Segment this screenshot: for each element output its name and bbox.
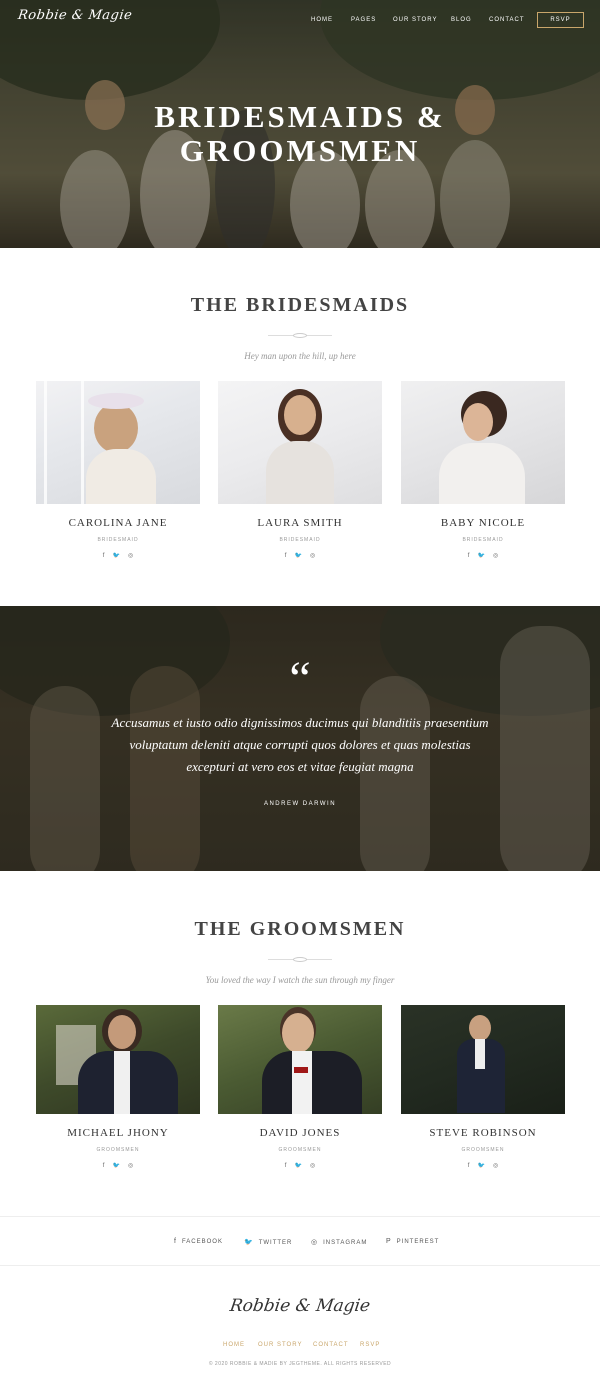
member-role: GROOMSMEN (278, 1147, 322, 1153)
bridesmaids-title: THE BRIDESMAIDS (190, 294, 410, 316)
bridesmaid-photo (218, 381, 382, 504)
footer-nav-home[interactable]: HOME (223, 1342, 245, 1348)
facebook-icon[interactable]: f (468, 553, 470, 559)
member-socials: f 🐦 ◎ (218, 1162, 382, 1169)
hero-section: Robbie & Magie HOME PAGES OUR STORY BLOG… (0, 0, 600, 248)
member-role: GROOMSMEN (461, 1147, 505, 1153)
groomsmen-subtitle: You loved the way I watch the sun throug… (205, 975, 395, 985)
member-socials: f 🐦 ◎ (36, 1162, 200, 1169)
facebook-icon[interactable]: f (285, 553, 287, 559)
twitter-icon[interactable]: 🐦 (477, 1162, 484, 1169)
member-name: MICHAEL JHONY (67, 1127, 169, 1139)
main-nav: HOME PAGES OUR STORY BLOG CONTACT (0, 17, 600, 29)
member-name: BABY NICOLE (440, 517, 526, 529)
footer-logo[interactable]: Robbie & Magie (0, 1296, 600, 1316)
member-role: GROOMSMEN (96, 1147, 140, 1153)
quote-icon: “ (289, 652, 311, 705)
instagram-icon[interactable]: ◎ (493, 552, 498, 559)
nav-our-story[interactable]: OUR STORY (393, 17, 437, 23)
twitter-icon[interactable]: 🐦 (294, 552, 301, 559)
member-name: STEVE ROBINSON (429, 1127, 537, 1139)
nav-home[interactable]: HOME (311, 17, 333, 23)
instagram-link[interactable]: ◎ INSTAGRAM (311, 1238, 367, 1246)
nav-pages[interactable]: PAGES (351, 17, 376, 23)
pinterest-label: PINTEREST (396, 1239, 440, 1245)
pinterest-icon: P (386, 1238, 392, 1245)
groomsman-photo (218, 1005, 382, 1114)
facebook-icon: f (174, 1238, 177, 1245)
member-socials: f 🐦 ◎ (218, 552, 382, 559)
facebook-icon[interactable]: f (103, 1163, 105, 1169)
bridesmaid-photo (401, 381, 565, 504)
facebook-link[interactable]: f FACEBOOK (174, 1238, 223, 1245)
testimonial-author: ANDREW DARWIN (263, 801, 337, 807)
footer-nav-contact[interactable]: CONTACT (313, 1342, 349, 1348)
member-name: DAVID JONES (259, 1127, 341, 1139)
hero-title-line2: GROOMSMEN (179, 133, 421, 168)
copyright-text: © 2020 ROBBIE & MADIE BY JEGTHEME. ALL R… (208, 1361, 392, 1367)
instagram-label: INSTAGRAM (323, 1240, 368, 1246)
bridesmaid-photo (36, 381, 200, 504)
member-socials: f 🐦 ◎ (401, 1162, 565, 1169)
member-name: LAURA SMITH (257, 517, 343, 529)
hero-title: BRIDESMAIDS & GROOMSMEN (0, 100, 600, 168)
testimonial-text: Accusamus et iusto odio dignissimos duci… (111, 715, 489, 774)
twitter-icon[interactable]: 🐦 (477, 552, 484, 559)
member-name: CAROLINA JANE (68, 517, 168, 529)
section-divider (268, 333, 332, 338)
instagram-icon: ◎ (311, 1239, 319, 1246)
twitter-icon: 🐦 (244, 1239, 254, 1246)
footer-nav: HOME OUR STORY CONTACT RSVP (0, 1342, 600, 1352)
footer-nav-rsvp[interactable]: RSVP (360, 1342, 380, 1348)
footer-nav-our-story[interactable]: OUR STORY (258, 1342, 302, 1348)
facebook-label: FACEBOOK (181, 1239, 223, 1245)
twitter-icon[interactable]: 🐦 (112, 1162, 119, 1169)
facebook-icon[interactable]: f (103, 553, 105, 559)
instagram-icon[interactable]: ◎ (493, 1162, 498, 1169)
bridesmaids-subtitle: Hey man upon the hill, up here (244, 351, 356, 361)
facebook-icon[interactable]: f (468, 1163, 470, 1169)
instagram-icon[interactable]: ◎ (128, 1162, 133, 1169)
twitter-icon[interactable]: 🐦 (294, 1162, 301, 1169)
facebook-icon[interactable]: f (285, 1163, 287, 1169)
nav-contact[interactable]: CONTACT (489, 17, 525, 23)
member-role: BRIDESMAID (97, 537, 139, 543)
section-divider (268, 957, 332, 962)
groomsman-photo (36, 1005, 200, 1114)
member-socials: f 🐦 ◎ (401, 552, 565, 559)
instagram-icon[interactable]: ◎ (128, 552, 133, 559)
groomsman-photo (401, 1005, 565, 1114)
twitter-link[interactable]: 🐦 TWITTER (244, 1238, 292, 1246)
rsvp-button[interactable]: RSVP (537, 12, 584, 28)
social-links-bar: f FACEBOOK 🐦 TWITTER ◎ INSTAGRAM P PINTEREST (0, 1216, 600, 1266)
twitter-icon[interactable]: 🐦 (112, 552, 119, 559)
nav-blog[interactable]: BLOG (451, 17, 472, 23)
hero-title-line1: BRIDESMAIDS & (154, 99, 446, 134)
member-role: BRIDESMAID (279, 537, 321, 543)
page: Robbie & Magie HOME PAGES OUR STORY BLOG… (0, 0, 600, 1397)
member-socials: f 🐦 ◎ (36, 552, 200, 559)
instagram-icon[interactable]: ◎ (310, 1162, 315, 1169)
member-role: BRIDESMAID (462, 537, 504, 543)
twitter-label: TWITTER (258, 1240, 293, 1246)
pinterest-link[interactable]: P PINTEREST (386, 1238, 439, 1245)
groomsmen-title: THE GROOMSMEN (194, 918, 406, 940)
instagram-icon[interactable]: ◎ (310, 552, 315, 559)
